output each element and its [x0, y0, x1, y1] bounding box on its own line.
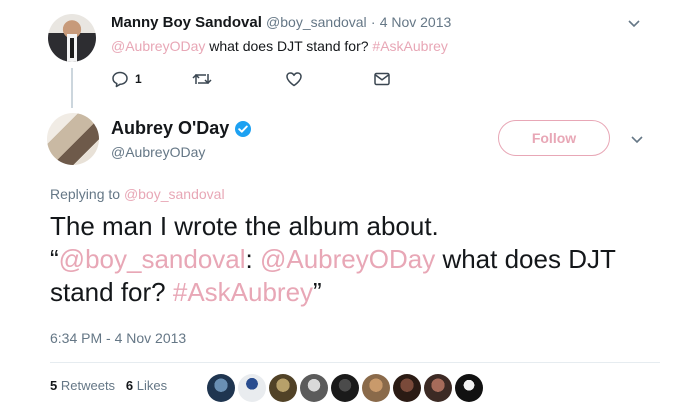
replying-handle-link[interactable]: @boy_sandoval — [124, 186, 225, 202]
avatar[interactable] — [238, 374, 266, 402]
reply-count: 1 — [135, 72, 142, 86]
quote-close: ” — [313, 277, 322, 307]
likes-count: 6 — [125, 378, 134, 393]
parent-text-body: what does DJT stand for? — [205, 38, 373, 54]
direct-message-button[interactable] — [373, 70, 391, 88]
avatar[interactable] — [48, 14, 96, 62]
like-button[interactable] — [285, 70, 303, 88]
separator: · — [370, 14, 376, 30]
tweet-text: The man I wrote the album about. “@boy_s… — [50, 210, 670, 309]
avatar[interactable] — [300, 374, 328, 402]
parent-author[interactable]: Manny Boy Sandoval @boy_sandoval · 4 Nov… — [111, 14, 451, 31]
parent-author-name[interactable]: Manny Boy Sandoval — [111, 14, 262, 31]
chevron-down-icon[interactable] — [630, 132, 644, 146]
thread-line — [71, 68, 73, 108]
avatar[interactable] — [47, 113, 99, 165]
tweet-timestamp[interactable]: 6:34 PM - 4 Nov 2013 — [50, 330, 186, 346]
follow-button[interactable]: Follow — [498, 120, 610, 156]
parent-author-handle[interactable]: @boy_sandoval — [266, 14, 367, 30]
like-icon — [286, 72, 302, 87]
retweets-count: 5 — [50, 378, 58, 393]
tweet-author-name[interactable]: Aubrey O'Day — [111, 118, 229, 139]
verified-badge-icon — [235, 120, 252, 137]
retweets-label: Retweets — [60, 378, 116, 393]
tweet-author[interactable]: Aubrey O'Day — [111, 118, 252, 139]
parent-date[interactable]: 4 Nov 2013 — [380, 14, 452, 30]
avatar[interactable] — [362, 374, 390, 402]
retweets-stat[interactable]: 5 Retweets — [50, 378, 115, 393]
avatar[interactable] — [455, 374, 483, 402]
avatar[interactable] — [269, 374, 297, 402]
retweet-button[interactable] — [191, 70, 213, 88]
likes-stat[interactable]: 6 Likes — [126, 378, 167, 393]
replying-to: Replying to @boy_sandoval — [50, 186, 225, 202]
tweet-text-line: The man I wrote the album about. — [50, 211, 439, 241]
avatar[interactable] — [331, 374, 359, 402]
reply-icon — [112, 71, 128, 88]
quote-open: “ — [50, 244, 59, 274]
avatar[interactable] — [424, 374, 452, 402]
divider — [50, 362, 660, 363]
message-icon — [374, 72, 390, 86]
mention-link[interactable]: @AubreyODay — [260, 244, 435, 274]
avatar[interactable] — [207, 374, 235, 402]
mention-link[interactable]: @boy_sandoval — [59, 244, 246, 274]
tweet-stats: 5 Retweets 6 Likes — [50, 378, 167, 393]
quoted-text: “@boy_sandoval: @AubreyODay what does DJ… — [50, 243, 670, 309]
avatar[interactable] — [393, 374, 421, 402]
hashtag-link[interactable]: #AskAubrey — [372, 38, 447, 54]
mention-link[interactable]: @AubreyODay — [111, 38, 205, 54]
hashtag-link[interactable]: #AskAubrey — [173, 277, 313, 307]
parent-tweet-text: @AubreyODay what does DJT stand for? #As… — [111, 38, 448, 54]
retweet-icon — [192, 73, 212, 85]
reply-button[interactable]: 1 — [111, 70, 142, 88]
replying-prefix: Replying to — [50, 186, 121, 202]
likes-label: Likes — [136, 378, 168, 393]
tweet-author-handle[interactable]: @AubreyODay — [111, 144, 205, 160]
chevron-down-icon[interactable] — [627, 16, 641, 30]
quote-colon: : — [245, 244, 260, 274]
